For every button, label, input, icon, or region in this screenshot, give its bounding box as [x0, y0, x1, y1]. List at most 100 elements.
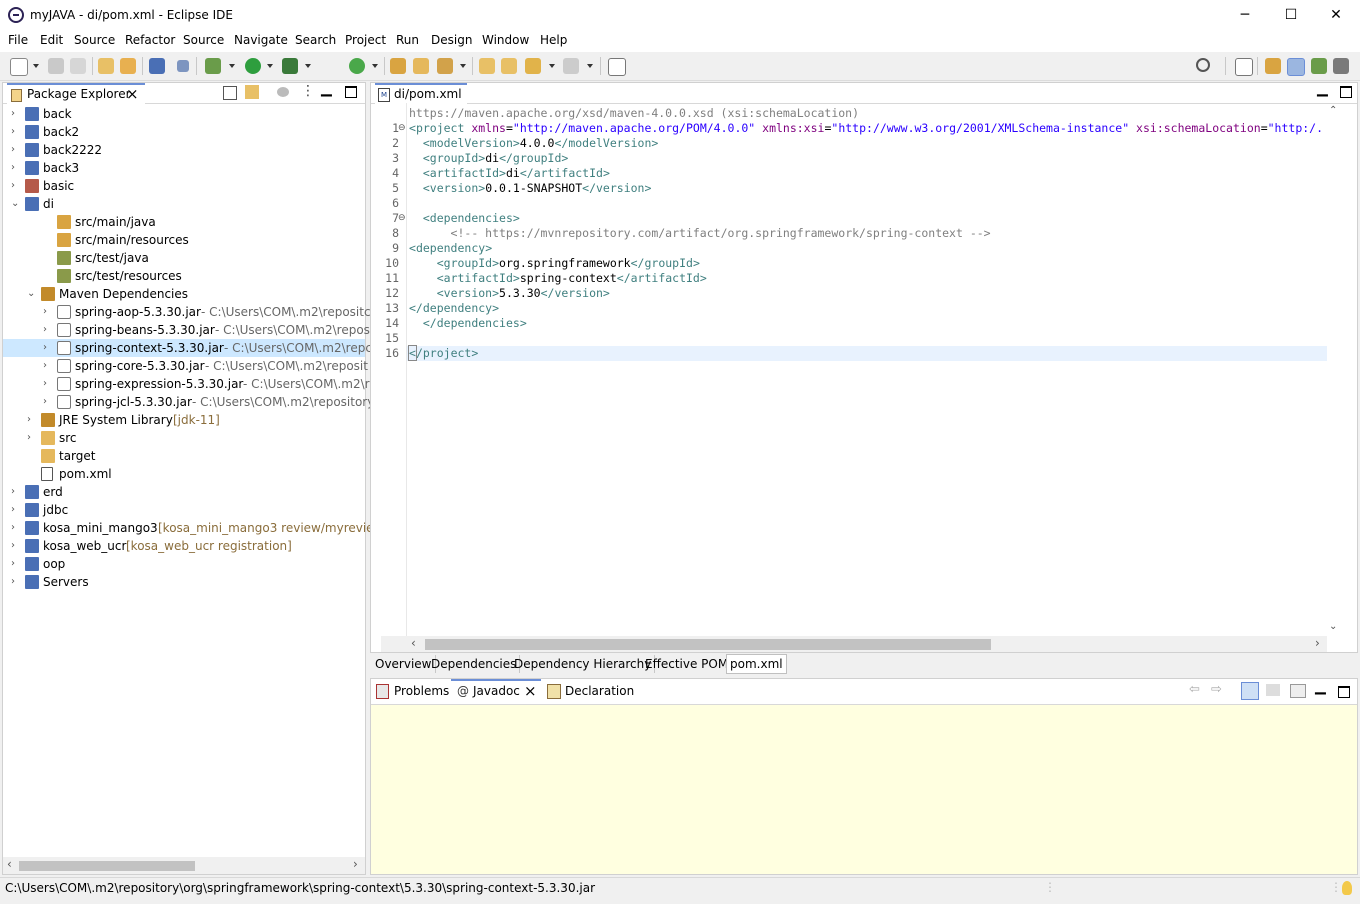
tree-item[interactable]: › spring-expression-5.3.30.jar - C:\Users…: [3, 375, 377, 393]
tree-item[interactable]: src/main/resources: [3, 231, 365, 249]
code-line-12[interactable]: <version>5.3.30</version>: [409, 286, 610, 301]
coverage-dropdown-icon[interactable]: [305, 64, 311, 68]
view-menu-icon[interactable]: ⋮: [301, 83, 315, 99]
tree-item[interactable]: › spring-beans-5.3.30.jar - C:\Users\COM\…: [3, 321, 370, 339]
editor-scroll-thumb[interactable]: [425, 639, 991, 650]
tab-problems[interactable]: Problems: [394, 684, 449, 698]
expanded-arrow-icon[interactable]: ⌄: [27, 285, 37, 303]
collapsed-arrow-icon[interactable]: ›: [43, 357, 53, 375]
tree-item[interactable]: › spring-context-5.3.30.jar - C:\Users\CO…: [3, 339, 372, 357]
menu-window[interactable]: Window: [482, 33, 529, 47]
menu-source-2[interactable]: Source: [183, 33, 224, 47]
menu-help[interactable]: Help: [540, 33, 567, 47]
tab-pom-xml-source[interactable]: pom.xml: [726, 654, 787, 674]
collapsed-arrow-icon[interactable]: ›: [11, 555, 21, 573]
tab-declaration[interactable]: Declaration: [565, 684, 634, 698]
code-line-11[interactable]: <artifactId>spring-context</artifactId>: [409, 271, 707, 286]
new-class-dropdown-icon[interactable]: [460, 64, 466, 68]
new-package-icon[interactable]: [413, 58, 429, 74]
tab-javadoc-container[interactable]: @ Javadoc ×: [451, 679, 541, 704]
forward-nav-icon[interactable]: ⇨: [1211, 682, 1222, 697]
console-icon[interactable]: [149, 58, 165, 74]
coverage-icon[interactable]: [282, 58, 298, 74]
scroll-left-icon[interactable]: ‹: [411, 636, 416, 650]
forward-icon[interactable]: [563, 58, 579, 74]
tree-item[interactable]: › Servers: [3, 573, 365, 591]
external-tools-icon[interactable]: [349, 58, 365, 74]
minimize-editor-icon[interactable]: ▁: [1317, 81, 1328, 97]
back-dropdown-icon[interactable]: [549, 64, 555, 68]
new-java-project-icon[interactable]: [390, 58, 406, 74]
close-javadoc-icon[interactable]: ×: [524, 682, 537, 700]
tab-dependencies[interactable]: Dependencies: [428, 655, 521, 673]
fold-icon[interactable]: ⊖: [398, 121, 406, 136]
new-class-icon[interactable]: [437, 58, 453, 74]
open-type-icon[interactable]: [98, 58, 114, 74]
code-line-5[interactable]: <version>0.0.1-SNAPSHOT</version>: [409, 181, 652, 196]
tab-package-explorer[interactable]: Package Explorer ×: [7, 83, 145, 105]
maximize-view-icon[interactable]: [345, 86, 357, 98]
tab-javadoc[interactable]: Javadoc: [473, 684, 520, 698]
open-perspective-icon[interactable]: [1235, 58, 1253, 76]
collapsed-arrow-icon[interactable]: ›: [11, 177, 21, 195]
close-button[interactable]: ✕: [1313, 0, 1359, 30]
code-line-7[interactable]: <dependencies>: [409, 211, 520, 226]
collapsed-arrow-icon[interactable]: ›: [27, 411, 37, 429]
tree-item[interactable]: › kosa_web_ucr [kosa_web_ucr registration…: [3, 537, 365, 555]
collapsed-arrow-icon[interactable]: ›: [11, 573, 21, 591]
minimize-button[interactable]: ─: [1222, 0, 1268, 30]
link-editor-icon[interactable]: [245, 85, 259, 99]
tree-item[interactable]: target: [3, 447, 365, 465]
scroll-thumb[interactable]: [19, 861, 195, 871]
code-line-1[interactable]: <project xmlns="http://maven.apache.org/…: [409, 121, 1323, 136]
lightbulb-icon[interactable]: [1342, 881, 1352, 895]
collapsed-arrow-icon[interactable]: ›: [11, 483, 21, 501]
maximize-editor-icon[interactable]: [1340, 86, 1352, 98]
skip-breakpoints-icon[interactable]: [177, 60, 189, 72]
tree-item[interactable]: ⌄ Maven Dependencies: [3, 285, 365, 303]
tree-item[interactable]: › back3: [3, 159, 365, 177]
tree-item[interactable]: › kosa_mini_mango3 [kosa_mini_mango3 revi…: [3, 519, 388, 537]
menu-edit[interactable]: Edit: [40, 33, 63, 47]
search-icon[interactable]: [1196, 58, 1210, 72]
collapsed-arrow-icon[interactable]: ›: [11, 501, 21, 519]
collapsed-arrow-icon[interactable]: ›: [27, 429, 37, 447]
code-line-14[interactable]: </dependencies>: [409, 316, 527, 331]
scroll-down-icon[interactable]: ⌄: [1329, 621, 1337, 632]
tree-item[interactable]: src/test/resources: [3, 267, 365, 285]
fold-icon[interactable]: ⊖: [398, 211, 406, 226]
tab-dependency-hierarchy[interactable]: Dependency Hierarchy: [511, 655, 656, 673]
code-line-9[interactable]: <dependency>: [409, 241, 492, 256]
save-all-icon[interactable]: [70, 58, 86, 74]
link-with-selection-icon[interactable]: [1241, 682, 1259, 700]
git-perspective-icon[interactable]: [1333, 58, 1349, 74]
tree-item[interactable]: pom.xml: [3, 465, 365, 483]
tree-item[interactable]: › spring-core-5.3.30.jar - C:\Users\COM\.…: [3, 357, 368, 375]
tree-item[interactable]: ⌄ di: [3, 195, 365, 213]
code-line-16[interactable]: </project>: [408, 345, 478, 361]
collapse-all-icon[interactable]: [223, 86, 237, 100]
java-perspective-icon[interactable]: [1287, 58, 1305, 76]
code-line-3[interactable]: <groupId>di</groupId>: [409, 151, 568, 166]
collapsed-arrow-icon[interactable]: ›: [43, 375, 53, 393]
menu-refactor[interactable]: Refactor: [125, 33, 175, 47]
tree-item[interactable]: src/main/java: [3, 213, 365, 231]
forward-dropdown-icon[interactable]: [587, 64, 593, 68]
tab-effective-pom[interactable]: Effective POM: [642, 655, 733, 673]
debug-dropdown-icon[interactable]: [229, 64, 235, 68]
tree-item[interactable]: › erd: [3, 483, 365, 501]
next-annotation-icon[interactable]: [501, 58, 517, 74]
menu-source[interactable]: Source: [74, 33, 115, 47]
code-line-13[interactable]: </dependency>: [409, 301, 499, 316]
tree-item[interactable]: › JRE System Library [jdk-11]: [3, 411, 365, 429]
collapsed-arrow-icon[interactable]: ›: [11, 519, 21, 537]
code-line-10[interactable]: <groupId>org.springframework</groupId>: [409, 256, 700, 271]
debug-icon[interactable]: [205, 58, 221, 74]
code-line-4[interactable]: <artifactId>di</artifactId>: [409, 166, 610, 181]
editor-horizontal-scrollbar[interactable]: ‹ ›: [381, 636, 1327, 652]
collapsed-arrow-icon[interactable]: ›: [11, 105, 21, 123]
collapsed-arrow-icon[interactable]: ›: [11, 159, 21, 177]
menu-navigate[interactable]: Navigate: [234, 33, 288, 47]
scroll-up-icon[interactable]: ⌃: [1329, 105, 1337, 116]
collapsed-arrow-icon[interactable]: ›: [11, 141, 21, 159]
